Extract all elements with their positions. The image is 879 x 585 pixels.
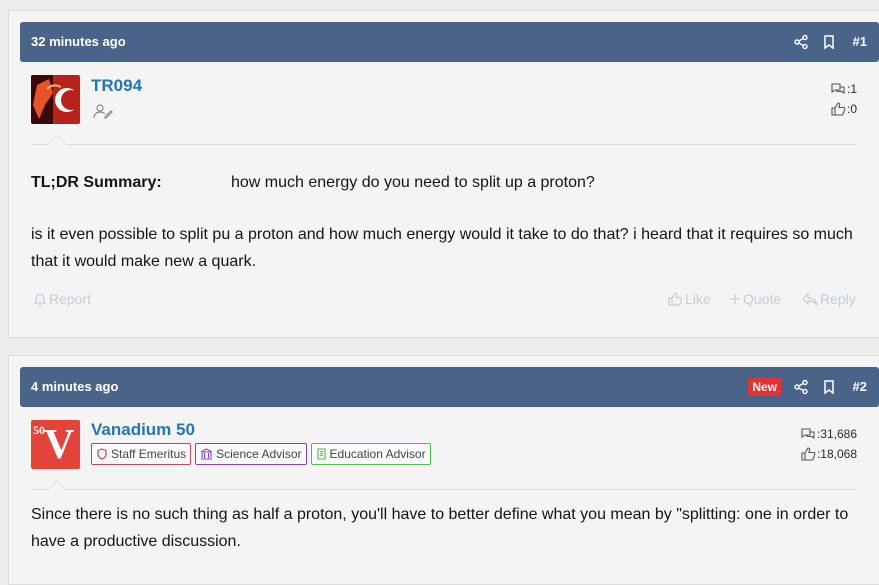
divider — [31, 144, 857, 145]
bell-icon — [33, 293, 47, 306]
like-button[interactable]: Like — [667, 291, 711, 307]
message-count[interactable]: :1 — [830, 79, 857, 99]
post-number[interactable]: #2 — [853, 379, 867, 394]
messages-icon — [831, 83, 845, 95]
shield-icon — [97, 448, 107, 460]
plus-icon — [730, 294, 740, 304]
post-header: 4 minutes ago New #2 — [20, 367, 879, 407]
summary-text: how much energy do you need to split up … — [231, 174, 595, 191]
avatar[interactable] — [31, 75, 80, 124]
institution-icon — [200, 448, 213, 460]
username[interactable]: Vanadium 50 — [91, 420, 195, 440]
post-time[interactable]: 4 minutes ago — [31, 379, 118, 394]
post-time[interactable]: 32 minutes ago — [31, 34, 126, 49]
user-edit-icon — [93, 103, 113, 124]
bookmark-icon[interactable] — [819, 377, 839, 397]
post-body: is it even possible to split pu a proton… — [31, 226, 853, 270]
summary-label: TL;DR Summary: — [31, 174, 162, 191]
thumbs-up-icon — [831, 102, 846, 116]
caret — [47, 135, 67, 145]
reaction-count[interactable]: :18,068 — [800, 444, 857, 464]
quote-button[interactable]: Quote — [729, 291, 781, 307]
reply-button[interactable]: Reply — [802, 291, 856, 307]
divider — [31, 489, 857, 490]
share-icon[interactable] — [791, 377, 811, 397]
avatar[interactable]: 50 V — [31, 420, 80, 469]
reply-icon — [802, 292, 818, 306]
post-header: 32 minutes ago #1 — [20, 22, 879, 62]
user-stats: :1 :0 — [830, 79, 857, 119]
messages-icon — [801, 428, 815, 440]
post-body: Since there is no such thing as half a p… — [31, 506, 849, 550]
bookmark-icon[interactable] — [819, 32, 839, 52]
post-1: 32 minutes ago #1 TR094 :1 :0 TL;DR Summ… — [8, 10, 879, 338]
username[interactable]: TR094 — [91, 76, 142, 96]
avatar-letter: V — [44, 422, 75, 468]
post-number[interactable]: #1 — [853, 34, 867, 49]
message-count[interactable]: :31,686 — [800, 424, 857, 444]
reaction-count[interactable]: :0 — [830, 99, 857, 119]
book-icon — [316, 448, 326, 460]
user-badges: Staff Emeritus Science Advisor Education… — [91, 443, 431, 465]
badge-staff-emeritus[interactable]: Staff Emeritus — [91, 443, 192, 465]
caret — [47, 480, 67, 490]
share-icon[interactable] — [791, 32, 811, 52]
user-stats: :31,686 :18,068 — [800, 424, 857, 464]
badge-education-advisor[interactable]: Education Advisor — [310, 443, 431, 465]
thumbs-up-icon — [801, 447, 816, 461]
post-2: 4 minutes ago New #2 50 V Vanadium 50 St… — [8, 355, 879, 585]
thumbs-up-icon — [668, 292, 683, 306]
badge-science-advisor[interactable]: Science Advisor — [195, 443, 307, 465]
new-badge: New — [748, 378, 781, 396]
report-button[interactable]: Report — [33, 291, 91, 307]
